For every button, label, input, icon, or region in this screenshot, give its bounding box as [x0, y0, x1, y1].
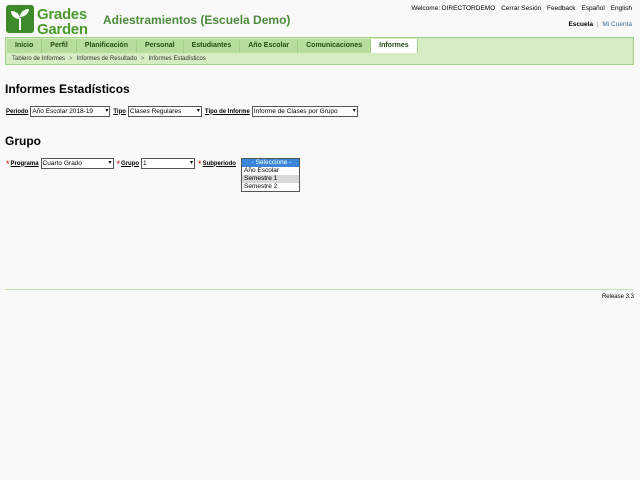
tab-perfil[interactable]: Perfil: [42, 39, 77, 53]
required-mark: *: [198, 158, 202, 169]
chevron-down-icon: ▾: [352, 108, 356, 114]
group-select[interactable]: 1 ▾: [141, 158, 196, 169]
breadcrumb: Tablero de Informes > Informes de Resultad…: [12, 56, 206, 62]
subperiod-option[interactable]: - Seleccione -: [242, 159, 299, 167]
type-select[interactable]: Clases Regulares ▾: [127, 106, 202, 117]
top-links: Welcome: DIRECTORDEMO Cerrar Sesión Feed…: [407, 5, 632, 12]
welcome-text: Welcome: DIRECTORDEMO: [411, 5, 496, 12]
release-version: Release 3.3: [601, 294, 634, 300]
tab-informes[interactable]: Informes: [371, 39, 418, 53]
logo-text-line2: Garden: [37, 21, 88, 38]
chevron-down-icon: ▾: [108, 160, 112, 166]
chevron-down-icon: ▾: [190, 160, 194, 166]
type-label: Tipo: [113, 108, 126, 115]
subperiod-dropdown-list[interactable]: - Seleccione - Año Escolar Semestre 1 Semes…: [241, 158, 300, 192]
context-separator: |: [596, 21, 599, 28]
report-type-select[interactable]: Informe de Clases por Grupo ▾: [251, 106, 358, 117]
feedback-link[interactable]: Feedback: [547, 5, 576, 12]
subperiod-option[interactable]: Semestre 2: [242, 183, 299, 191]
sprout-icon: [6, 5, 34, 33]
breadcrumb-item[interactable]: Informes de Resultado: [77, 56, 137, 62]
app-title: Adiestramientos (Escuela Demo): [103, 13, 291, 27]
nav-tabs: Inicio Perfil Planificación Personal Estudia…: [7, 39, 418, 53]
type-select-value: Clases Regulares: [129, 108, 182, 115]
report-filters: Periodo Año Escolar 2018-19 ▾ Tipo Clase…: [6, 106, 361, 117]
required-mark: *: [116, 158, 121, 169]
required-mark: *: [6, 158, 10, 169]
period-select-value: Año Escolar 2018-19: [32, 108, 94, 115]
subperiod-label: Subperiodo: [202, 160, 236, 167]
tab-comunicaciones[interactable]: Comunicaciones: [298, 39, 372, 53]
tab-ano-escolar[interactable]: Año Escolar: [240, 39, 299, 53]
chevron-down-icon: ▾: [105, 108, 109, 114]
chevron-down-icon: ▾: [196, 108, 200, 114]
program-select-value: Cuarto Grado: [42, 160, 82, 167]
main-navigation: Inicio Perfil Planificación Personal Estudia…: [5, 37, 634, 65]
tab-planificacion[interactable]: Planificación: [76, 39, 137, 53]
context-links: Escuela | Mi Cuenta: [568, 21, 632, 28]
program-label: Programa: [10, 160, 39, 167]
breadcrumb-separator: >: [69, 56, 73, 62]
school-context-link[interactable]: Escuela: [568, 21, 593, 28]
group-label: Grupo: [121, 160, 140, 167]
tab-personal[interactable]: Personal: [136, 39, 184, 53]
tab-estudiantes[interactable]: Estudiantes: [183, 39, 241, 53]
logout-link[interactable]: Cerrar Sesión: [501, 5, 541, 12]
grades-garden-logo[interactable]: Grades Garden: [6, 5, 94, 37]
tab-inicio[interactable]: Inicio: [7, 39, 43, 53]
group-select-value: 1: [143, 160, 147, 167]
page-title: Informes Estadísticos: [5, 82, 130, 96]
logo-text-line1: Grades: [37, 6, 87, 23]
my-account-link[interactable]: Mi Cuenta: [602, 21, 632, 28]
subperiod-option[interactable]: Semestre 1: [242, 175, 299, 183]
period-label: Periodo: [6, 108, 29, 115]
period-select[interactable]: Año Escolar 2018-19 ▾: [30, 106, 111, 117]
report-type-label: Tipo de Informe: [204, 108, 250, 115]
breadcrumb-item: Informes Estadísticos: [148, 56, 206, 62]
english-language-link[interactable]: English: [611, 5, 632, 12]
footer-divider: [5, 289, 634, 290]
breadcrumb-separator: >: [140, 56, 145, 62]
report-type-select-value: Informe de Clases por Grupo: [253, 108, 338, 115]
breadcrumb-item[interactable]: Tablero de Informes: [12, 56, 65, 62]
section-title-group: Grupo: [5, 134, 41, 148]
subperiod-option[interactable]: Año Escolar: [242, 167, 299, 175]
program-select[interactable]: Cuarto Grado ▾: [40, 158, 114, 169]
group-filters: * Programa Cuarto Grado ▾ * Grupo 1 ▾ * …: [6, 158, 238, 169]
spanish-language-link[interactable]: Español: [581, 5, 605, 12]
